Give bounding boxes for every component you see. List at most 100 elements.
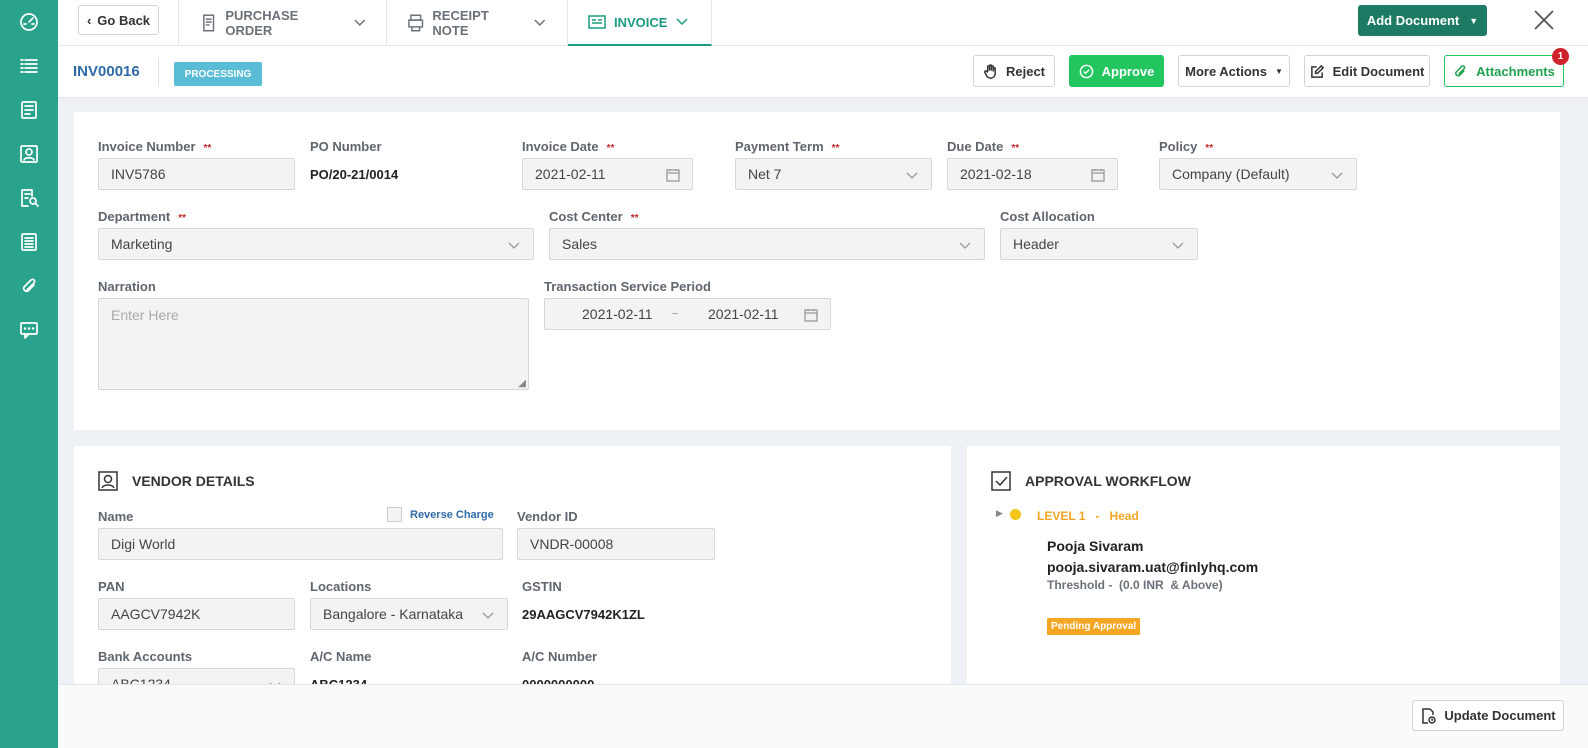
bank-accounts-label: Bank Accounts	[98, 649, 193, 664]
status-badge: PROCESSING	[174, 62, 262, 86]
document-header: INV00016 PROCESSING Reject Approve More …	[58, 46, 1588, 98]
attachments-button[interactable]: Attachments 1	[1444, 48, 1569, 87]
calendar-icon	[1091, 169, 1105, 182]
update-document-button[interactable]: Update Document	[1412, 700, 1564, 731]
chevron-down-icon	[534, 19, 546, 26]
narration-textarea[interactable]: Enter Here ◢	[98, 298, 529, 390]
document-icon[interactable]	[17, 98, 41, 122]
hand-stop-icon	[984, 63, 996, 79]
workflow-level: LEVEL 1- Head	[1037, 509, 1139, 523]
invoice-icon	[588, 15, 606, 29]
po-number-value: PO/20-21/0014	[310, 167, 399, 182]
policy-select[interactable]: Company (Default)	[1159, 158, 1357, 190]
list-icon[interactable]	[17, 54, 41, 78]
gstin-value: 29AAGCV7942K1ZL	[522, 607, 645, 622]
vendor-id-label: Vendor ID	[517, 509, 578, 524]
top-bar: ‹ Go Back PURCHASE ORDER RECEIPT NOTE IN…	[58, 0, 1588, 46]
update-document-label: Update Document	[1444, 708, 1556, 723]
service-period-from[interactable]: 2021-02-11	[582, 306, 653, 322]
vendor-details-title: VENDOR DETAILS	[98, 471, 255, 491]
tab-label: INVOICE	[614, 14, 668, 30]
chevron-down-icon	[353, 19, 365, 26]
pending-approval-badge: Pending Approval	[1047, 618, 1141, 635]
cost-center-select[interactable]: Sales	[549, 228, 985, 260]
go-back-label: Go Back	[97, 12, 151, 28]
vendor-details-card: VENDOR DETAILS Name Reverse Charge Digi …	[74, 446, 951, 686]
invoice-date-field[interactable]: 2021-02-11	[522, 158, 693, 190]
reject-button[interactable]: Reject	[973, 55, 1055, 87]
left-rail	[0, 0, 58, 748]
caret-down-icon: ▼	[1274, 66, 1283, 76]
approval-workflow-title: APPROVAL WORKFLOW	[991, 471, 1191, 491]
locations-select[interactable]: Bangalore - Karnataka	[310, 598, 508, 630]
ac-number-label: A/C Number	[522, 649, 598, 664]
edit-icon	[1310, 64, 1324, 78]
tab-purchase-order[interactable]: PURCHASE ORDER	[180, 0, 387, 46]
dashboard-icon[interactable]	[17, 10, 41, 34]
more-actions-button[interactable]: More Actions ▼	[1178, 55, 1290, 87]
approve-label: Approve	[1101, 63, 1155, 79]
document-id: INV00016	[73, 63, 140, 80]
chevron-down-icon	[1172, 242, 1184, 249]
level-status-dot	[1010, 509, 1021, 520]
attachment-icon[interactable]	[17, 274, 41, 298]
chevron-down-icon	[508, 242, 520, 249]
chevron-left-icon: ‹	[86, 12, 92, 28]
attachments-label: Attachments	[1476, 63, 1555, 79]
calendar-icon	[804, 309, 818, 322]
chat-icon[interactable]	[17, 318, 41, 342]
invoice-number-field[interactable]: INV5786	[98, 158, 295, 190]
locations-label: Locations	[310, 579, 372, 594]
expand-arrow-icon[interactable]: ▶	[996, 508, 1003, 519]
purchase-order-icon	[203, 14, 215, 32]
po-number-label: PO Number	[310, 139, 382, 154]
payment-term-select[interactable]: Net 7	[735, 158, 932, 190]
service-period-range[interactable]: 2021-02-11 ~ 2021-02-11	[544, 298, 831, 330]
document-refresh-icon	[1422, 707, 1437, 724]
contact-icon[interactable]	[17, 142, 41, 166]
service-period-to[interactable]: 2021-02-11	[708, 306, 779, 322]
gstin-label: GSTIN	[522, 579, 562, 594]
cost-allocation-select[interactable]: Header	[1000, 228, 1198, 260]
service-period-label: Transaction Service Period	[544, 279, 711, 294]
department-select[interactable]: Marketing	[98, 228, 534, 260]
approver-email: pooja.sivaram.uat@finlyhq.com	[1047, 559, 1259, 575]
report-search-icon[interactable]	[17, 186, 41, 210]
paperclip-icon	[1455, 64, 1466, 76]
policy-label: Policy **	[1159, 139, 1214, 154]
ledger-icon[interactable]	[17, 230, 41, 254]
edit-document-label: Edit Document	[1332, 63, 1425, 79]
pan-field[interactable]: AAGCV7942K	[98, 598, 295, 630]
add-document-label: Add Document	[1366, 13, 1460, 28]
go-back-button[interactable]: ‹ Go Back	[78, 5, 159, 35]
add-document-button[interactable]: Add Document ▼	[1358, 5, 1487, 36]
chevron-down-icon	[676, 18, 688, 26]
invoice-number-label: Invoice Number **	[98, 139, 212, 154]
cost-allocation-label: Cost Allocation	[1000, 209, 1095, 224]
edit-document-button[interactable]: Edit Document	[1304, 55, 1430, 87]
vendor-name-field[interactable]: Digi World	[98, 528, 503, 560]
tab-label: RECEIPT NOTE	[432, 8, 489, 38]
chevron-down-icon	[959, 242, 971, 249]
caret-down-icon: ▼	[1469, 15, 1479, 26]
chevron-down-icon	[1331, 172, 1343, 179]
pan-label: PAN	[98, 579, 125, 594]
tab-receipt-note[interactable]: RECEIPT NOTE	[387, 0, 568, 46]
reverse-charge-checkbox[interactable]: Reverse Charge	[387, 507, 494, 522]
attachments-count-badge: 1	[1552, 48, 1569, 65]
ac-name-label: A/C Name	[310, 649, 372, 664]
approve-button[interactable]: Approve	[1069, 55, 1164, 87]
reject-label: Reject	[1005, 63, 1046, 79]
check-circle-icon	[1079, 64, 1093, 78]
vendor-name-label: Name	[98, 509, 134, 524]
vendor-id-field[interactable]: VNDR-00008	[517, 528, 715, 560]
receipt-note-icon	[408, 14, 424, 32]
chevron-down-icon	[482, 612, 494, 619]
tab-invoice[interactable]: INVOICE	[568, 0, 712, 46]
threshold-text: Threshold - (0.0 INR & Above)	[1047, 578, 1223, 592]
due-date-field[interactable]: 2021-02-18	[947, 158, 1118, 190]
more-actions-label: More Actions	[1185, 63, 1267, 79]
checkbox-checked-icon	[991, 471, 1011, 491]
close-icon[interactable]	[1532, 8, 1556, 32]
invoice-date-label: Invoice Date **	[522, 139, 615, 154]
